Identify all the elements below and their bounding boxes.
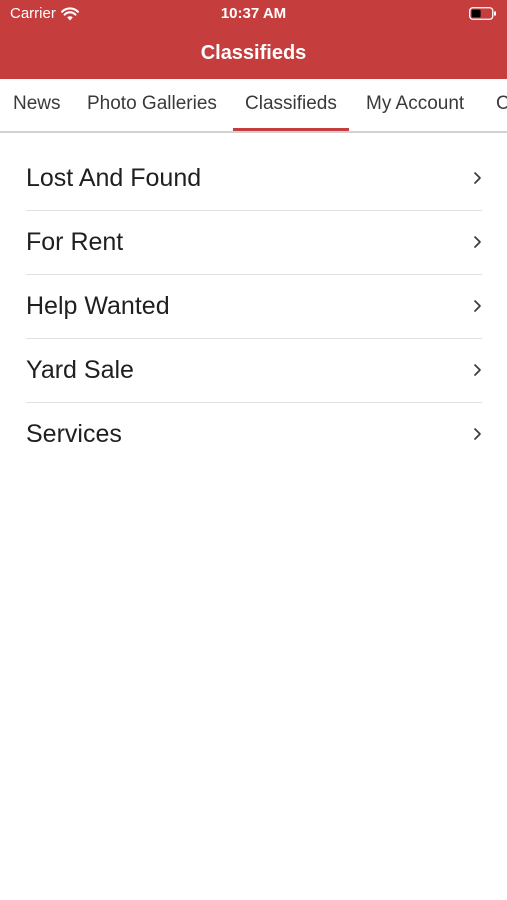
- classifieds-list: Lost And Found For Rent Help Wanted Yard…: [0, 147, 507, 466]
- list-item-label: Services: [26, 420, 122, 448]
- list-item-for-rent[interactable]: For Rent: [26, 211, 482, 275]
- tab-label: C: [496, 93, 507, 114]
- tab-classifieds[interactable]: Classifieds: [233, 79, 349, 131]
- chevron-right-icon: [474, 172, 481, 184]
- list-item-yard-sale[interactable]: Yard Sale: [26, 339, 482, 403]
- list-item-label: For Rent: [26, 228, 124, 256]
- nav-title: Classifieds: [200, 42, 307, 64]
- tab-news[interactable]: News: [13, 79, 61, 131]
- list-item-label: Help Wanted: [26, 292, 170, 320]
- tab-label: Photo Galleries: [87, 93, 217, 114]
- tab-my-account[interactable]: My Account: [366, 79, 464, 131]
- chevron-right-icon: [474, 428, 481, 440]
- chevron-right-icon: [474, 236, 481, 248]
- status-bar: Carrier 10:37 AM: [0, 0, 507, 28]
- list-item-services[interactable]: Services: [26, 403, 482, 466]
- list-item-label: Lost And Found: [26, 164, 202, 192]
- tab-label: News: [13, 93, 61, 114]
- tab-bar: News Photo Galleries Classifieds My Acco…: [0, 79, 507, 133]
- list-item-help-wanted[interactable]: Help Wanted: [26, 275, 482, 339]
- chevron-right-icon: [474, 364, 481, 376]
- tab-label: My Account: [366, 93, 465, 114]
- app-header: Carrier 10:37 AM Classifieds: [0, 0, 507, 79]
- battery-icon: [469, 7, 496, 20]
- tab-label: Classifieds: [245, 93, 337, 114]
- list-item-label: Yard Sale: [26, 356, 134, 384]
- tab-more[interactable]: C: [496, 79, 507, 131]
- list-item-lost-and-found[interactable]: Lost And Found: [26, 147, 482, 211]
- chevron-right-icon: [474, 300, 481, 312]
- status-time: 10:37 AM: [220, 5, 287, 22]
- tab-photo-galleries[interactable]: Photo Galleries: [87, 79, 217, 131]
